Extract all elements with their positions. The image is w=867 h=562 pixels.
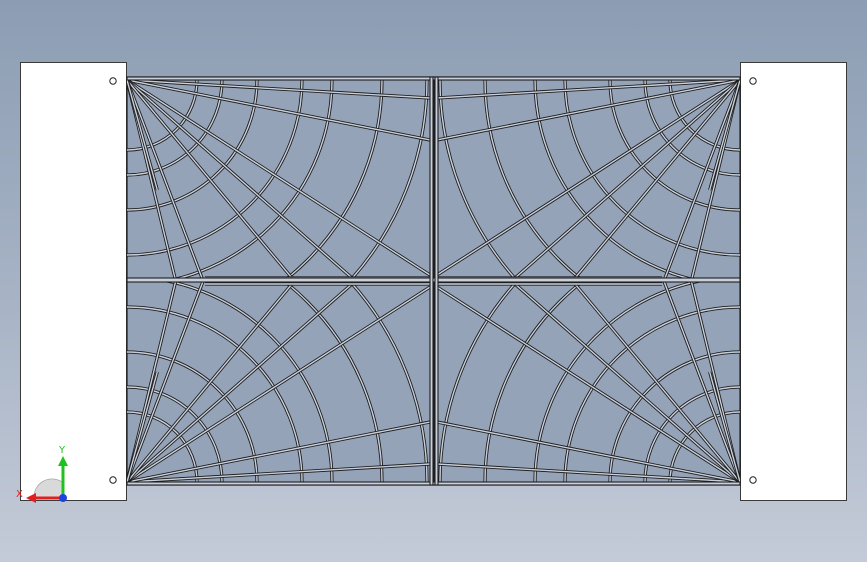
hinge-hole-top-right: [749, 77, 757, 85]
z-axis-dot: [59, 494, 67, 502]
hinge-hole-bottom-left: [109, 476, 117, 484]
hinge-hole-bottom-right: [749, 476, 757, 484]
y-axis-label: Y: [58, 445, 66, 456]
x-axis-arrowhead: [26, 493, 36, 503]
x-axis-label: X: [16, 489, 23, 500]
cad-graphics-viewport[interactable]: Y X: [0, 0, 867, 562]
y-axis-arrowhead: [58, 456, 68, 466]
triad-plane-shading: [33, 478, 63, 499]
hinge-hole-top-left: [109, 77, 117, 85]
gate-model[interactable]: [0, 0, 867, 562]
view-orientation-triad[interactable]: Y X: [14, 440, 84, 510]
